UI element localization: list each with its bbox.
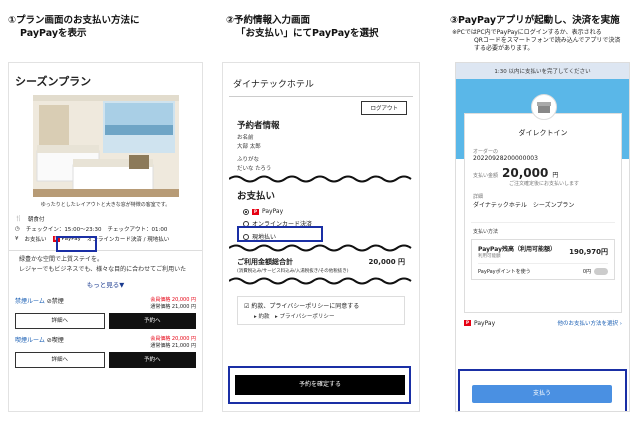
confirm-highlight: [228, 366, 411, 404]
normal-price: 通常価格 21,000 円: [150, 343, 196, 349]
room-tag: 禁煙: [51, 298, 64, 305]
detail-button[interactable]: 詳細へ: [15, 313, 105, 329]
other-payment-label: オンラインカード決済 / 現地払い: [86, 237, 170, 243]
tax-note: ご注文確定後にお支払いします: [509, 181, 580, 187]
pay-highlight: [458, 369, 627, 411]
amount-row: 支払い金額 20,000 円: [465, 166, 621, 180]
option-label: PayPay: [262, 208, 284, 215]
room-name[interactable]: 禁煙ルーム: [15, 298, 45, 305]
logout-button[interactable]: ログアウト: [361, 101, 407, 115]
paypay-highlight: [237, 226, 323, 242]
photo-caption: ゆったりとしたレイアウトと大きな窓が特徴の客室です。: [40, 202, 171, 208]
detail-button[interactable]: 詳細へ: [15, 352, 105, 368]
meal-label: 朝食付: [27, 217, 45, 223]
amount-value: 20,000: [502, 166, 549, 180]
payment-method-bar: P PayPay 他のお支払い方法を選択 ›: [464, 319, 622, 327]
privacy-link[interactable]: プライバシーポリシー: [280, 314, 335, 320]
divider: [9, 250, 202, 251]
room-card: 喫煙ルーム ⊘喫煙 会員価格 20,000 円 通常価格 21,000 円 詳細…: [9, 332, 202, 371]
step1-title: ①プラン画面のお支払い方法に PayPayを表示: [8, 15, 140, 39]
wave-divider: [229, 175, 412, 183]
amount-label: 支払い金額: [473, 173, 499, 179]
payment-label: お支払い: [24, 237, 47, 243]
kana-label: ふりがな: [237, 157, 260, 163]
normal-price: 通常価格 21,000 円: [150, 304, 196, 310]
wave-divider: [229, 277, 412, 285]
paypay-balance-option[interactable]: PayPay残高（利用可能額） 利用可能額 190,970円 PayPayポイン…: [471, 239, 615, 280]
more-link[interactable]: もっと見る▼: [9, 275, 202, 293]
checkout-label: チェックアウト：01:00: [107, 227, 168, 233]
radio-selected-icon[interactable]: [243, 208, 249, 215]
meal-row: 🍴 朝食付: [9, 214, 202, 224]
amount-unit: 円: [552, 172, 559, 179]
other-methods-link[interactable]: 他のお支払い方法を選択 ›: [558, 319, 622, 327]
paypay-highlight: [56, 236, 97, 252]
room-tag: 喫煙: [51, 337, 64, 344]
detail-value: ダイナテックホテル シーズンプラン: [473, 202, 575, 209]
points-value: 0円: [582, 269, 591, 275]
clock-icon: ◷: [15, 226, 20, 232]
reserve-button[interactable]: 予約へ: [108, 313, 196, 329]
balance-label: PayPay残高（利用可能額）: [478, 246, 557, 253]
plan-screen: シーズンプラン ゆったりとしたレイアウトと大きな窓が特徴の客室です。 🍴 朝食付…: [8, 62, 203, 412]
order-label: オーダーの: [473, 149, 499, 155]
total-label: ご利用金額総合計: [237, 258, 293, 266]
total-value: 20,000 円: [368, 258, 405, 266]
yen-icon: ¥: [15, 236, 19, 242]
total-note: (消費税込み/サービス料込み/入湯税抜き/その他税抜き): [237, 269, 349, 274]
desc-line1: 緑豊かな空間で上質ステイを。: [19, 256, 104, 263]
reserve-button[interactable]: 予約へ: [108, 352, 196, 368]
booker-section-title: 予約者情報: [237, 121, 280, 131]
points-label: PayPayポイントを使う: [478, 269, 531, 275]
room-photo: [33, 95, 179, 197]
payment-row: ¥ お支払い P PayPay オンラインカード決済 / 現地払い: [9, 234, 202, 244]
wave-divider: [229, 244, 412, 252]
paypay-app-screen: 1:30 以内に支払いを完了してください ダイレクトイン オーダーの 20220…: [455, 62, 630, 412]
plan-title: シーズンプラン: [15, 75, 92, 88]
fork-knife-icon: 🍴: [15, 216, 22, 222]
points-toggle[interactable]: [594, 268, 608, 275]
kana-value: だいな たろう: [237, 166, 272, 172]
agree-checkbox[interactable]: ☑ 約款、プライバシーポリシーに同意する: [244, 301, 398, 310]
member-price: 会員価格 20,000 円: [150, 336, 196, 342]
method-label: 支払い方法: [473, 229, 499, 235]
detail-label: 詳細: [473, 194, 484, 200]
paypay-logo-icon: P: [252, 208, 259, 215]
step3-title: ③PayPayアプリが起動し、決済を実施: [450, 15, 620, 26]
balance-sub: 利用可能額: [478, 254, 501, 259]
payment-option-paypay[interactable]: P PayPay: [223, 206, 419, 217]
agreement-box: ☑ 約款、プライバシーポリシーに同意する ▸ 約款 ▸ プライバシーポリシー: [237, 296, 405, 325]
checkin-row: ◷ チェックイン：15:00〜23:30 チェックアウト：01:00: [9, 224, 202, 234]
name-label: お名前: [237, 135, 254, 141]
room-card: 禁煙ルーム ⊘禁煙 会員価格 20,000 円 通常価格 21,000 円 詳細…: [9, 293, 202, 332]
room-photo-illustration: [33, 95, 179, 197]
checkbox-checked-icon[interactable]: ☑: [244, 303, 249, 310]
store-icon: [531, 94, 557, 120]
payment-card: ダイレクトイン オーダーの 20220928200000003 支払い金額 20…: [464, 94, 622, 313]
member-price: 会員価格 20,000 円: [150, 297, 196, 303]
timer-text: 1:30 以内に支払いを完了してください: [494, 69, 591, 75]
payment-section-title: お支払い: [237, 191, 276, 202]
booking-screen: ダイナテックホテル ログアウト 予約者情報 お名前 大部 太郎 ふりがな だいな…: [222, 62, 420, 412]
timer-bar: 1:30 以内に支払いを完了してください: [456, 63, 629, 79]
agree-label: 約款、プライバシーポリシーに同意する: [251, 303, 360, 310]
total-row: ご利用金額総合計 20,000 円: [223, 257, 419, 267]
other-methods-label: 他のお支払い方法を選択: [557, 321, 619, 327]
step3-note: ※PCではPC内でPayPayにログインするか、表示される QRコードをスマート…: [452, 29, 621, 52]
checkin-label: チェックイン：15:00〜23:30: [25, 227, 102, 233]
order-value: 20220928200000003: [473, 155, 538, 162]
balance-value: 190,970円: [569, 247, 608, 256]
paypay-logo-icon: P: [464, 320, 471, 326]
desc-line2: レジャーでもビジネスでも、様々な目的に合わせてご利用いた: [19, 266, 187, 273]
hotel-name: ダイナテックホテル: [233, 80, 314, 90]
terms-link[interactable]: 約款: [259, 314, 270, 320]
room-name[interactable]: 喫煙ルーム: [15, 337, 45, 344]
agree-links: ▸ 約款 ▸ プライバシーポリシー: [254, 314, 335, 320]
brand-label: PayPay: [474, 319, 496, 327]
plan-description: 緑豊かな空間で上質ステイを。 レジャーでもビジネスでも、様々な目的に合わせてご利…: [9, 255, 202, 275]
step2-title: ②予約情報入力画面 「お支払い」にてPayPayを選択: [226, 15, 379, 39]
name-value: 大部 太郎: [237, 144, 261, 150]
